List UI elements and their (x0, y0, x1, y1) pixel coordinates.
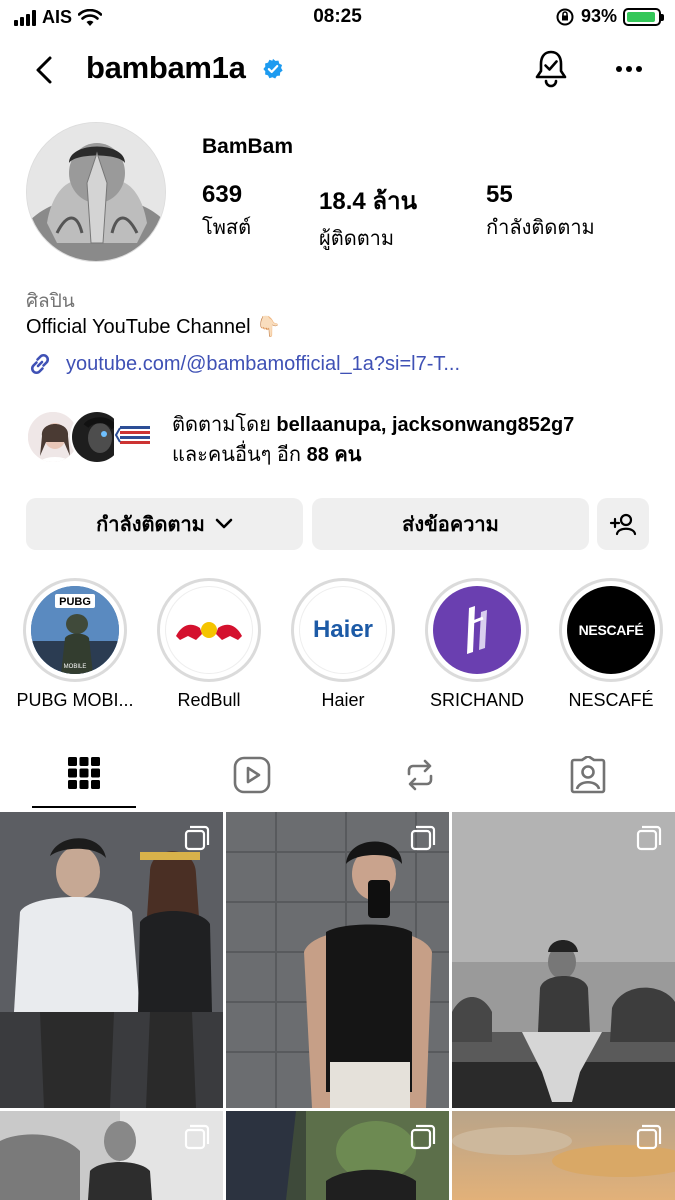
followed-by-text: ติดตามโดย bellaanupa, jacksonwang852g7 แ… (172, 410, 672, 470)
more-options-button[interactable] (610, 54, 648, 84)
following-button-label: กำลังติดตาม (96, 514, 205, 536)
profile-header: bambam1a (0, 44, 675, 96)
tab-reposts[interactable] (336, 748, 504, 810)
stat-posts[interactable]: 639 โพสต์ (202, 181, 251, 243)
profile-link[interactable]: youtube.com/@bambamofficial_1a?si=l7-T..… (26, 350, 460, 378)
srichand-logo (433, 586, 521, 674)
chevron-down-icon (215, 518, 233, 529)
stat-posts-label: โพสต์ (202, 217, 252, 239)
battery-icon (623, 7, 664, 26)
highlight-pubg[interactable]: PUBG MOBILE PUBG MOBI... (7, 578, 143, 711)
posts-grid (0, 812, 675, 1200)
status-bar: AIS 08:25 93% (0, 0, 675, 36)
pubg-logo: PUBG MOBILE (31, 586, 119, 674)
haier-logo: Haier (299, 586, 387, 674)
followed-by-suffix: และคนอื่นๆ อีก (172, 444, 307, 466)
stat-followers-value: 18.4 ล้าน (319, 188, 417, 215)
highlight-nescafe[interactable]: NESCAFÉ NESCAFÉ (543, 578, 675, 711)
profile-bio: Official YouTube Channel 👇🏻 (26, 316, 282, 338)
verified-badge-icon (263, 58, 283, 79)
highlight-label: PUBG MOBI... (16, 690, 134, 710)
redbull-logo (165, 586, 253, 674)
add-person-icon (609, 513, 637, 536)
message-button-label: ส่งข้อความ (402, 514, 499, 536)
highlight-ring: NESCAFÉ (559, 578, 663, 682)
profile-username: bambam1a (86, 50, 246, 85)
highlight-ring (425, 578, 529, 682)
following-button[interactable]: กำลังติดตาม (26, 498, 303, 550)
back-button[interactable] (28, 52, 64, 88)
tab-posts-grid[interactable] (0, 748, 168, 810)
highlight-ring (157, 578, 261, 682)
highlight-haier[interactable]: Haier Haier (275, 578, 411, 711)
highlight-redbull[interactable]: RedBull (141, 578, 277, 711)
multiple-posts-icon (184, 825, 210, 851)
stat-followers[interactable]: 18.4 ล้าน ผู้ติดตาม (319, 181, 417, 254)
suggest-people-button[interactable] (597, 498, 649, 550)
notification-bell-button[interactable] (532, 48, 570, 88)
multiple-posts-icon (184, 1124, 210, 1150)
haier-logo-text: Haier (312, 616, 374, 643)
multiple-posts-icon (410, 1124, 436, 1150)
followed-by-row[interactable]: ติดตามโดย bellaanupa, jacksonwang852g7 แ… (26, 410, 666, 466)
multiple-posts-icon (636, 1124, 662, 1150)
profile-avatar[interactable] (26, 122, 166, 262)
post-thumbnail[interactable] (0, 1111, 223, 1200)
orientation-lock-icon (556, 8, 574, 25)
tagged-person-icon (570, 756, 606, 794)
stat-followers-label: ผู้ติดตาม (319, 228, 395, 250)
highlight-label: RedBull (177, 690, 241, 710)
svg-text:MOBILE: MOBILE (64, 664, 87, 670)
profile-category: ศิลปิน (26, 291, 75, 312)
grid-icon (68, 757, 100, 789)
post-thumbnail[interactable] (0, 812, 223, 1108)
stat-posts-value: 639 (202, 181, 243, 208)
mutual-avatar-3 (114, 410, 168, 464)
nescafe-logo: NESCAFÉ (567, 586, 655, 674)
battery-percent: 93% (580, 6, 617, 26)
highlight-label: NESCAFÉ (568, 690, 654, 710)
highlight-ring: Haier (291, 578, 395, 682)
highlight-label: Haier (321, 690, 365, 710)
profile-tabs (0, 748, 675, 810)
active-tab-indicator (32, 806, 136, 808)
message-button[interactable]: ส่งข้อความ (312, 498, 589, 550)
multiple-posts-icon (636, 825, 662, 851)
story-highlights: PUBG MOBILE PUBG MOBI... RedBull Haier H… (0, 578, 675, 718)
tab-reels[interactable] (168, 748, 336, 810)
post-thumbnail[interactable] (452, 1111, 675, 1200)
stat-following-label: กำลังติดตาม (486, 217, 595, 239)
tab-tagged[interactable] (504, 748, 672, 810)
nescafe-logo-text: NESCAFÉ (578, 622, 644, 638)
highlight-ring: PUBG MOBILE (23, 578, 127, 682)
post-thumbnail[interactable] (226, 1111, 449, 1200)
repost-icon (407, 759, 433, 791)
followed-by-count[interactable]: 88 คน (307, 444, 362, 466)
followed-by-prefix: ติดตามโดย (172, 414, 277, 436)
multiple-posts-icon (410, 825, 436, 851)
svg-text:PUBG: PUBG (59, 596, 91, 608)
post-thumbnail[interactable] (226, 812, 449, 1108)
post-thumbnail[interactable] (452, 812, 675, 1108)
highlight-label: SRICHAND (429, 690, 524, 710)
stat-following[interactable]: 55 กำลังติดตาม (486, 181, 595, 243)
profile-link-text[interactable]: youtube.com/@bambamofficial_1a?si=l7-T..… (66, 353, 460, 376)
avatar-photo (27, 123, 165, 261)
followed-by-names[interactable]: bellaanupa, jacksonwang852g7 (276, 414, 574, 436)
link-icon (30, 353, 50, 375)
stat-following-value: 55 (486, 181, 513, 208)
reels-play-icon (233, 756, 271, 794)
status-right: 93% (555, 6, 664, 27)
profile-display-name: BamBam (202, 135, 294, 158)
highlight-srichand[interactable]: SRICHAND (409, 578, 545, 711)
